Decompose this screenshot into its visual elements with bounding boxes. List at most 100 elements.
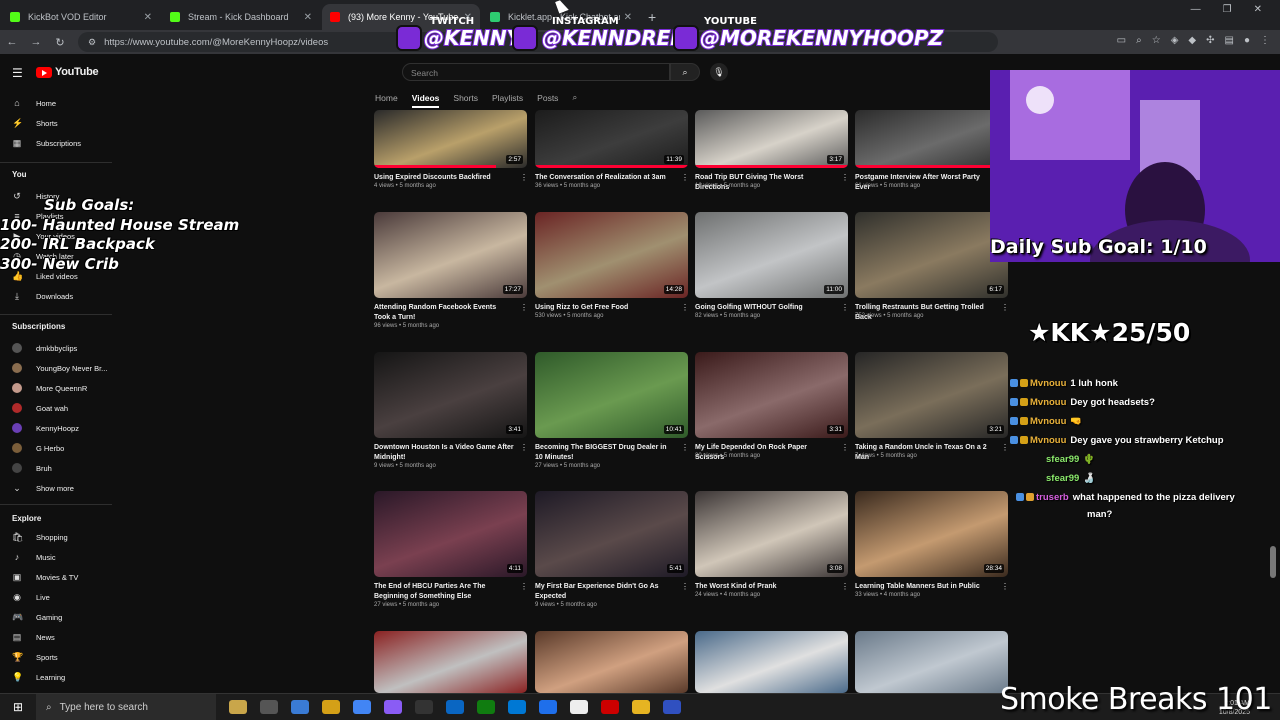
sidebar-item[interactable]: 💡 Learning xyxy=(12,672,65,682)
video-menu-icon[interactable]: ⋮ xyxy=(681,582,689,591)
chrome-icon[interactable] xyxy=(353,700,371,714)
browser-tab[interactable]: KickBot VOD Editor ✕ xyxy=(2,4,160,30)
close-tab-icon[interactable]: ✕ xyxy=(144,12,152,23)
video-menu-icon[interactable]: ⋮ xyxy=(841,173,849,182)
page-scrollbar[interactable] xyxy=(1270,546,1276,578)
avatar-icon[interactable]: ● xyxy=(1244,35,1250,46)
sidebar-item[interactable]: ♪ Music xyxy=(12,552,56,562)
sidebar-icon[interactable]: ▤ xyxy=(1225,35,1234,46)
video-title[interactable]: The Conversation of Realization at 3am xyxy=(535,173,675,183)
channel-search-icon[interactable]: ⌕ xyxy=(572,92,577,108)
tab-playlists[interactable]: Playlists xyxy=(492,93,523,108)
copilot-icon[interactable] xyxy=(291,700,309,714)
sidebar-subscription[interactable]: Goat wah xyxy=(12,403,68,413)
video-thumbnail[interactable]: 6:17 xyxy=(855,212,1008,298)
video-thumbnail[interactable]: 4:11 xyxy=(374,491,527,577)
video-thumbnail[interactable]: 11:00 xyxy=(695,212,848,298)
extension-icon[interactable]: ◈ xyxy=(1171,35,1179,46)
shield-icon[interactable]: ◆ xyxy=(1188,35,1196,46)
video-title[interactable]: Going Golfing WITHOUT Golfing xyxy=(695,303,835,313)
video-title[interactable]: The Worst Kind of Prank xyxy=(695,582,835,592)
sidebar-subscription[interactable]: G Herbo xyxy=(12,443,64,453)
sidebar-item[interactable]: ▤ News xyxy=(12,632,55,642)
video-thumbnail[interactable] xyxy=(695,631,848,693)
video-menu-icon[interactable]: ⋮ xyxy=(681,303,689,312)
sidebar-item[interactable]: ▦ Subscriptions xyxy=(12,138,81,148)
back-icon[interactable]: ← xyxy=(0,36,24,48)
video-thumbnail[interactable]: 3:08 xyxy=(695,491,848,577)
restore-icon[interactable]: ❐ xyxy=(1223,4,1232,15)
video-thumbnail[interactable]: 10:41 xyxy=(535,352,688,438)
video-thumbnail[interactable] xyxy=(855,631,1008,693)
sidebar-subscriptions-heading[interactable]: Subscriptions xyxy=(12,322,65,331)
sidebar-item[interactable]: ▣ Movies & TV xyxy=(12,572,79,582)
video-thumbnail[interactable]: 28:34 xyxy=(855,491,1008,577)
video-thumbnail[interactable]: 3:41 xyxy=(374,352,527,438)
sidebar-subscription[interactable]: dmkbbyclips xyxy=(12,343,77,353)
video-thumbnail[interactable]: 3:31 xyxy=(695,352,848,438)
video-thumbnail[interactable] xyxy=(855,110,1008,168)
video-menu-icon[interactable]: ⋮ xyxy=(520,173,528,182)
video-thumbnail[interactable]: 2:57 xyxy=(374,110,527,168)
tab-home[interactable]: Home xyxy=(375,93,398,108)
video-menu-icon[interactable]: ⋮ xyxy=(520,303,528,312)
video-title[interactable]: Learning Table Manners But in Public xyxy=(855,582,995,592)
search-button[interactable]: ⌕ xyxy=(670,63,700,81)
sidebar-subscription[interactable]: Bruh xyxy=(12,463,52,473)
tab-shorts[interactable]: Shorts xyxy=(453,93,478,108)
video-thumbnail[interactable]: 11:39 xyxy=(535,110,688,168)
video-title[interactable]: Becoming The BIGGEST Drug Dealer in 10 M… xyxy=(535,443,675,462)
taskbar-search[interactable]: ⌕ Type here to search xyxy=(36,693,216,720)
sidebar-you-heading[interactable]: You xyxy=(12,170,27,179)
sidebar-item[interactable]: ◉ Live xyxy=(12,592,50,602)
video-thumbnail[interactable]: 17:27 xyxy=(374,212,527,298)
app-icon[interactable] xyxy=(508,700,526,714)
sidebar-subscription[interactable]: YoungBoy Never Br... xyxy=(12,363,107,373)
video-thumbnail[interactable] xyxy=(374,631,527,693)
sidebar-item[interactable]: ⚡ Shorts xyxy=(12,118,58,128)
close-tab-icon[interactable]: ✕ xyxy=(304,12,312,23)
sidebar-subscription[interactable]: More QueennR xyxy=(12,383,87,393)
video-menu-icon[interactable]: ⋮ xyxy=(841,582,849,591)
sidebar-item[interactable]: 🛍 Shopping xyxy=(12,532,68,542)
sidebar-item[interactable]: ⌂ Home xyxy=(12,98,56,108)
video-title[interactable]: Attending Random Facebook Events Took a … xyxy=(374,303,514,322)
search-input[interactable]: Search xyxy=(402,63,670,81)
menu-icon[interactable]: ⋮ xyxy=(1260,35,1270,46)
sidebar-item[interactable]: 🏆 Sports xyxy=(12,652,58,662)
capcut-icon[interactable] xyxy=(570,700,588,714)
video-menu-icon[interactable]: ⋮ xyxy=(1001,443,1009,452)
discord-icon[interactable] xyxy=(384,700,402,714)
obs-icon[interactable] xyxy=(415,700,433,714)
video-thumbnail[interactable]: 3:21 xyxy=(855,352,1008,438)
browser-tab[interactable]: Stream - Kick Dashboard ✕ xyxy=(162,4,320,30)
widget-icon[interactable] xyxy=(229,700,247,714)
mail-icon[interactable] xyxy=(446,700,464,714)
video-thumbnail[interactable]: 5:41 xyxy=(535,491,688,577)
video-title[interactable]: Downtown Houston Is a Video Game After M… xyxy=(374,443,514,462)
task-view-icon[interactable] xyxy=(260,700,278,714)
app4-icon[interactable] xyxy=(663,700,681,714)
video-thumbnail[interactable]: 14:28 xyxy=(535,212,688,298)
close-tab-icon[interactable]: ✕ xyxy=(624,12,632,23)
video-title[interactable]: The End of HBCU Parties Are The Beginnin… xyxy=(374,582,514,601)
tab-videos[interactable]: Videos xyxy=(411,93,440,108)
video-menu-icon[interactable]: ⋮ xyxy=(841,443,849,452)
video-menu-icon[interactable]: ⋮ xyxy=(1001,582,1009,591)
sidebar-subscription[interactable]: KennyHoopz xyxy=(12,423,79,433)
video-menu-icon[interactable]: ⋮ xyxy=(1001,303,1009,312)
hamburger-menu-icon[interactable]: ☰ xyxy=(12,66,23,80)
sidebar-item[interactable]: 🎮 Gaming xyxy=(12,612,62,622)
cast-icon[interactable]: ▭ xyxy=(1117,35,1126,46)
windows-start-icon[interactable]: ⊞ xyxy=(6,700,30,714)
video-title[interactable]: My First Bar Experience Didn't Go As Exp… xyxy=(535,582,675,601)
video-menu-icon[interactable]: ⋮ xyxy=(520,582,528,591)
xbox-icon[interactable] xyxy=(477,700,495,714)
video-title[interactable]: Using Expired Discounts Backfired xyxy=(374,173,514,183)
video-menu-icon[interactable]: ⋮ xyxy=(681,173,689,182)
voice-search-button[interactable]: 🎙 xyxy=(710,63,728,81)
zoom-icon[interactable]: ⌕ xyxy=(1136,35,1142,46)
youtube-logo[interactable]: YouTube xyxy=(36,66,99,78)
video-menu-icon[interactable]: ⋮ xyxy=(841,303,849,312)
video-menu-icon[interactable]: ⋮ xyxy=(520,443,528,452)
